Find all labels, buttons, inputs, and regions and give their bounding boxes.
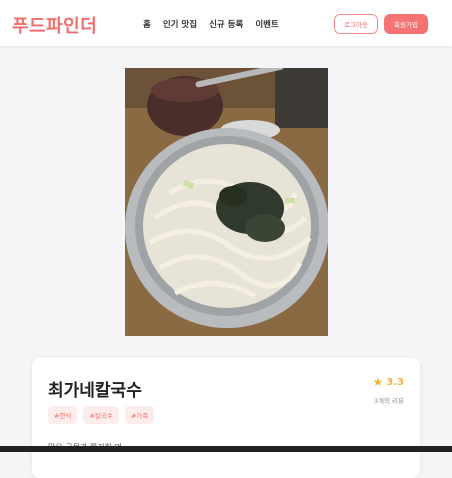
nav-item-event[interactable]: 이벤트: [255, 18, 278, 30]
nav-item-popular[interactable]: 인기 맛집: [163, 18, 197, 30]
site-logo[interactable]: 푸드파인더: [12, 12, 97, 38]
main-nav: 홈 인기 맛집 신규 등록 이벤트: [143, 18, 279, 30]
tag-kalguksu[interactable]: #칼국수: [83, 406, 119, 424]
noodle-soup-image: [125, 68, 328, 336]
restaurant-info-card: 최가네칼국수 #한식 #칼국수 #가족 ★ 3.3 3개의 리뷰 맑은 국물과 …: [32, 358, 420, 478]
rating-value: 3.3: [386, 376, 404, 388]
rating: ★ 3.3: [373, 376, 404, 388]
logout-button[interactable]: 로그아웃: [334, 14, 378, 34]
tag-family[interactable]: #가족: [124, 406, 155, 424]
tag-korean[interactable]: #한식: [48, 406, 78, 424]
nav-item-new[interactable]: 신규 등록: [209, 18, 243, 30]
review-count[interactable]: 3개의 리뷰: [374, 395, 404, 405]
top-navigation-bar: 푸드파인더 홈 인기 맛집 신규 등록 이벤트 로그아웃 회원가입: [0, 0, 452, 46]
tag-list: #한식 #칼국수 #가족: [48, 406, 155, 424]
star-icon: ★: [372, 375, 384, 389]
signup-button[interactable]: 회원가입: [384, 14, 428, 34]
restaurant-photo: [125, 68, 328, 336]
restaurant-name: 최가네칼국수: [48, 381, 142, 401]
nav-item-home[interactable]: 홈: [143, 18, 151, 30]
bottom-divider: [0, 446, 452, 452]
